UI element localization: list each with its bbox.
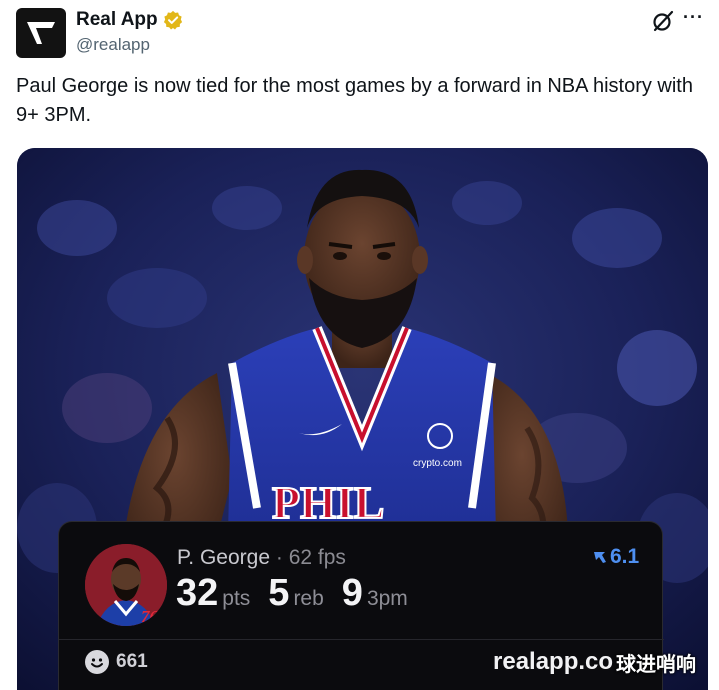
player-stats-row: 32 pts 5 reb 9 3pm xyxy=(176,572,426,615)
grok-icon[interactable] xyxy=(651,9,675,33)
reaction-count: 661 xyxy=(116,651,148,672)
rating-arrow-icon xyxy=(594,552,606,563)
stat-rebounds-unit: reb xyxy=(293,587,324,610)
more-options-icon[interactable]: ··· xyxy=(683,7,704,28)
watermark-text: 球进哨响 xyxy=(616,652,696,676)
tweet-text: Paul George is now tied for the most gam… xyxy=(16,75,693,126)
player-fps: 62 fps xyxy=(288,546,346,569)
jersey-sponsor-text: crypto.com xyxy=(413,458,462,469)
player-name: P. George xyxy=(177,546,271,569)
card-divider xyxy=(59,639,664,640)
site-label: realapp.co xyxy=(493,648,614,675)
player-avatar: 76 xyxy=(85,544,167,626)
account-handle[interactable]: @realapp xyxy=(76,35,150,55)
player-rating: 6.1 xyxy=(593,545,639,569)
real-app-logo-icon xyxy=(27,22,55,44)
verified-badge-icon xyxy=(163,10,182,30)
player-stat-card[interactable]: 76 P. George · 62 fps 6.1 32 pts 5 reb 9… xyxy=(58,521,664,690)
player-name-line: P. George · 62 fps xyxy=(177,546,346,570)
display-name[interactable]: Real App xyxy=(76,9,158,31)
stat-points-value: 32 xyxy=(176,572,219,614)
stat-threes-value: 9 xyxy=(341,572,363,614)
stat-rebounds-value: 5 xyxy=(268,572,290,614)
rating-value: 6.1 xyxy=(610,545,640,568)
account-avatar[interactable] xyxy=(16,8,66,58)
smile-reaction-icon xyxy=(85,650,109,674)
name-row: Real App xyxy=(76,9,183,31)
team-badge: 76 xyxy=(141,607,159,626)
tweet-page: Real App @realapp ··· Paul George is now… xyxy=(0,0,719,690)
stat-points-unit: pts xyxy=(222,587,251,610)
reaction-row[interactable]: 661 xyxy=(85,650,148,674)
name-separator: · xyxy=(275,546,283,569)
stat-threes-unit: 3pm xyxy=(366,587,408,610)
